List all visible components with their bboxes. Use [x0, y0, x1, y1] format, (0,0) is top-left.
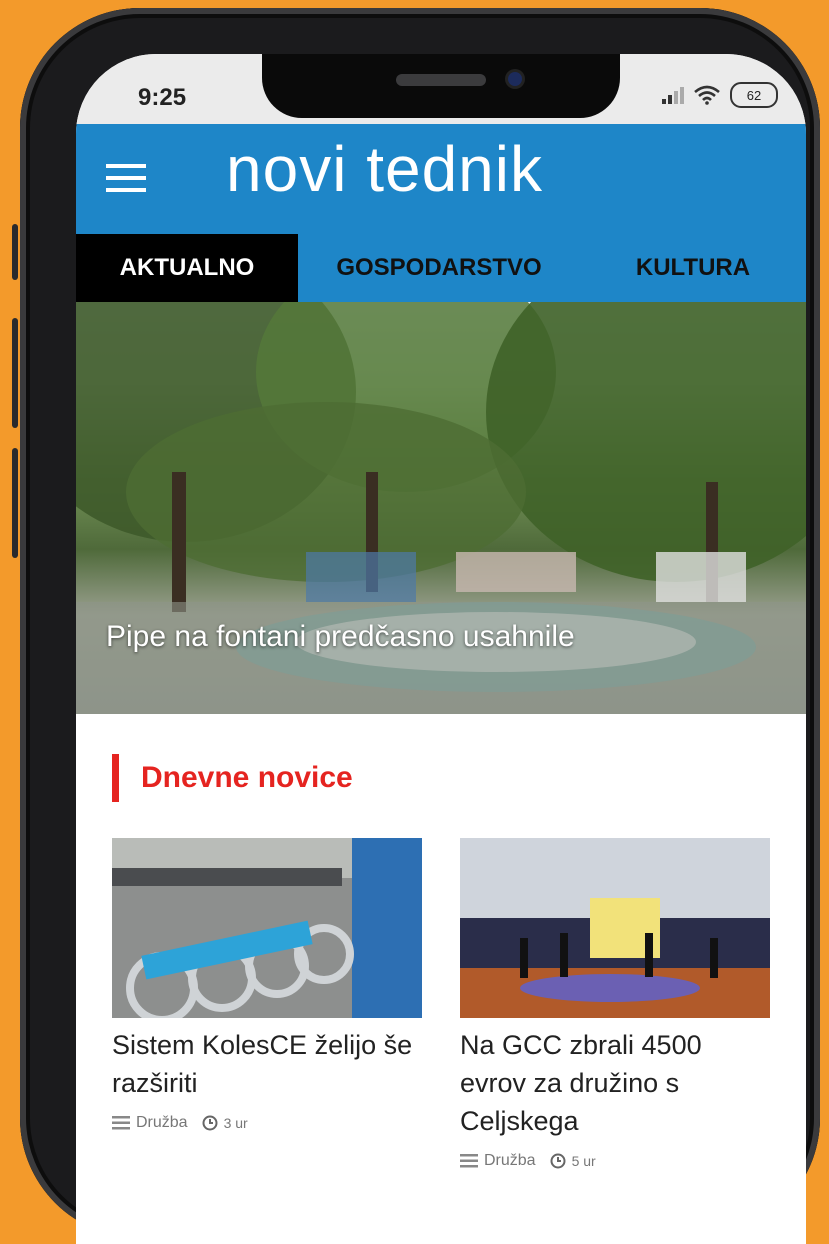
article-time: 3 ur: [223, 1115, 248, 1131]
article-category[interactable]: Družba: [136, 1114, 188, 1132]
status-bar: 9:25 62: [76, 54, 806, 124]
wifi-icon: [694, 85, 720, 105]
article-image[interactable]: [112, 838, 422, 1018]
battery-icon: 62: [730, 82, 778, 108]
volume-down-button: [12, 448, 18, 558]
section-header: Dnevne novice: [112, 754, 353, 802]
phone-frame: 9:25 62 novi tednik AKTUALNO GOSPODARSTV…: [12, 8, 820, 1244]
article-title[interactable]: Sistem KolesCE želijo še razširiti: [112, 1026, 422, 1102]
status-time: 9:25: [138, 84, 187, 111]
article-meta: Družba 3 ur: [112, 1114, 422, 1132]
article-category[interactable]: Družba: [484, 1152, 536, 1170]
list-icon: [112, 1116, 130, 1130]
screen: 9:25 62 novi tednik AKTUALNO GOSPODARSTV…: [76, 54, 806, 1244]
tab-kultura[interactable]: KULTURA: [580, 234, 806, 302]
front-camera: [508, 72, 522, 86]
article-title[interactable]: Na GCC zbrali 4500 evrov za družino s Ce…: [460, 1026, 770, 1140]
app-header: novi tednik: [76, 124, 806, 234]
site-logo[interactable]: novi tednik: [226, 132, 543, 206]
clock-icon: [550, 1153, 566, 1169]
category-tabs: AKTUALNO GOSPODARSTVO KULTURA: [76, 234, 806, 302]
article-card[interactable]: Na GCC zbrali 4500 evrov za družino s Ce…: [460, 838, 770, 1170]
volume-up-button: [12, 318, 18, 428]
section-accent-bar: [112, 754, 119, 802]
status-icons: 62: [662, 82, 778, 108]
hero-caption[interactable]: Pipe na fontani predčasno usahnile: [106, 620, 575, 654]
list-icon: [460, 1154, 478, 1168]
menu-icon[interactable]: [106, 164, 146, 192]
speaker-grille: [396, 74, 486, 86]
article-image[interactable]: [460, 838, 770, 1018]
clock-icon: [202, 1115, 218, 1131]
silent-switch: [12, 224, 18, 280]
signal-icon: [662, 86, 684, 104]
tab-gospodarstvo[interactable]: GOSPODARSTVO: [298, 234, 580, 302]
section-title: Dnevne novice: [141, 761, 353, 794]
article-meta: Družba 5 ur: [460, 1152, 770, 1170]
article-card[interactable]: Sistem KolesCE želijo še razširiti Družb…: [112, 838, 422, 1132]
notch: [262, 54, 620, 118]
tab-aktualno[interactable]: AKTUALNO: [76, 234, 298, 302]
article-time: 5 ur: [571, 1153, 596, 1169]
hero-article[interactable]: Pipe na fontani predčasno usahnile: [76, 302, 806, 714]
